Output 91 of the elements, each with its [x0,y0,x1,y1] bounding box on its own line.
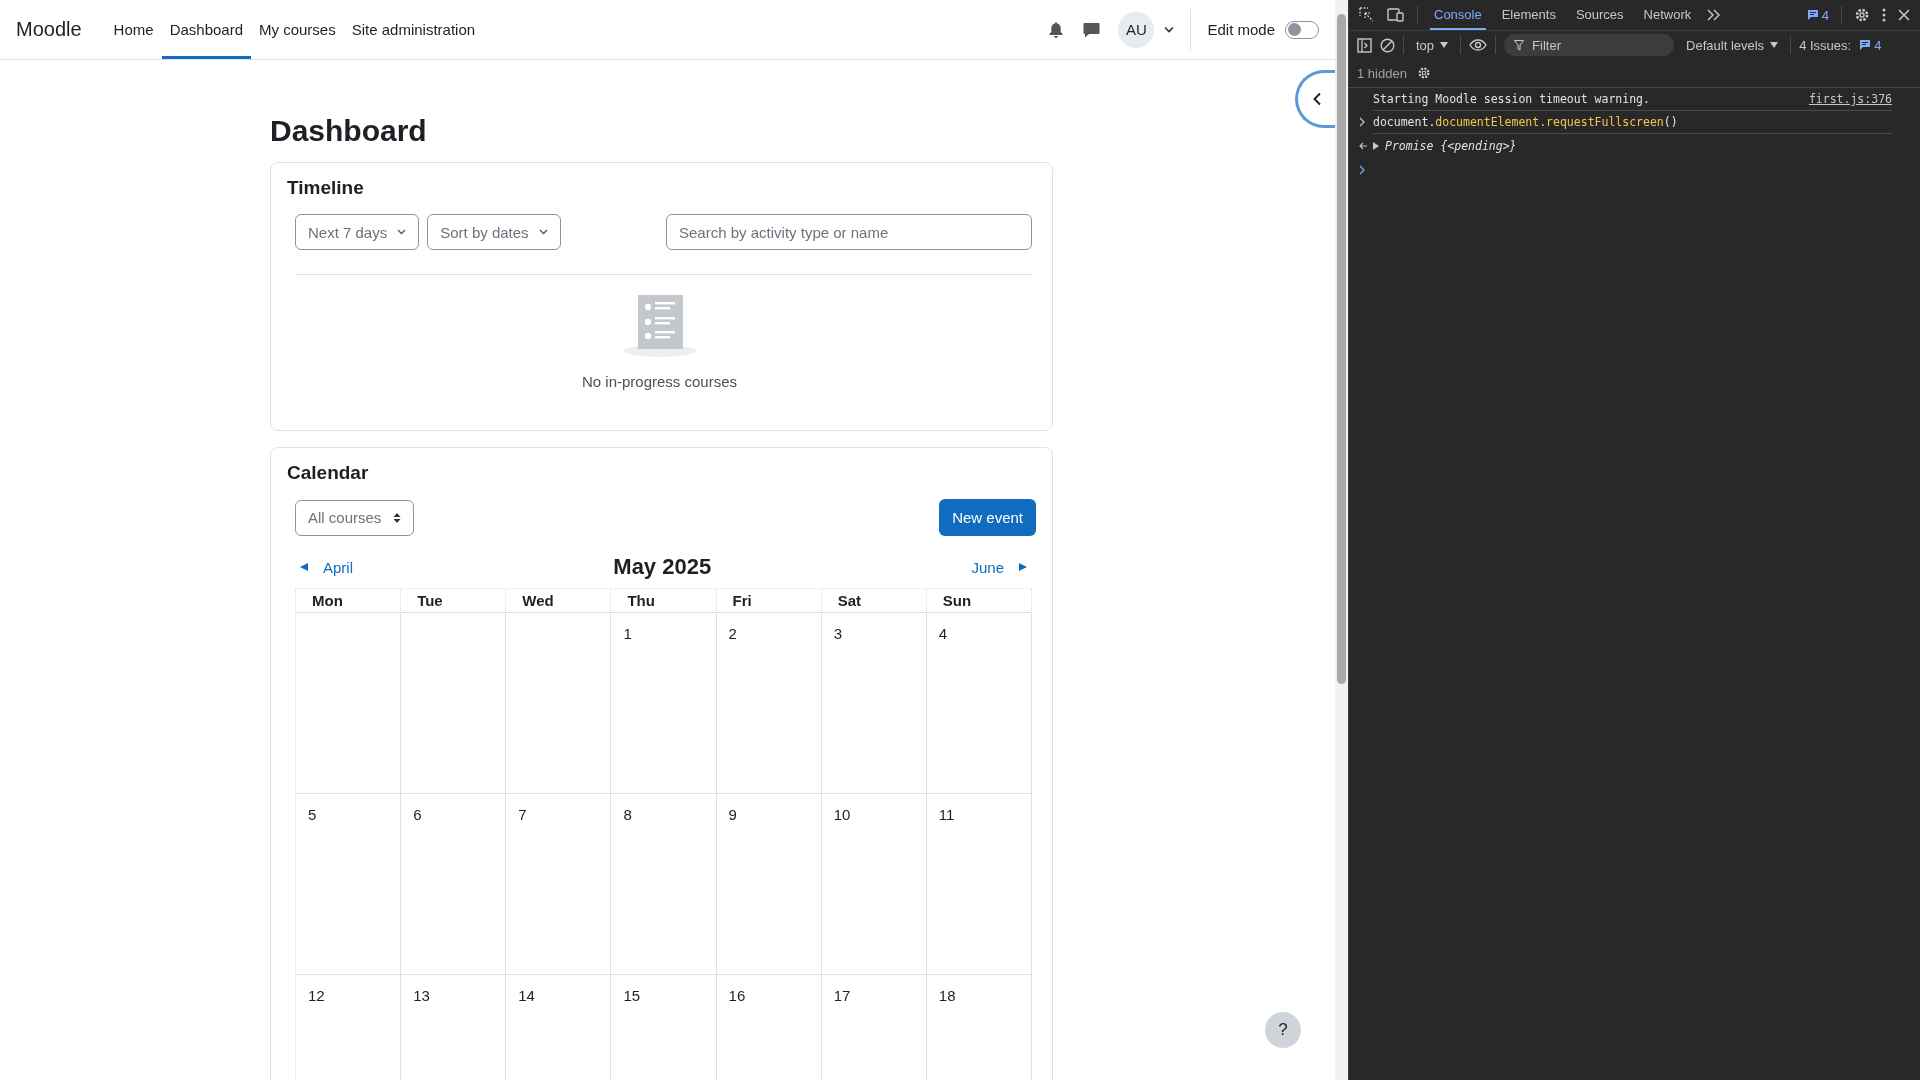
chevron-left-icon [1311,92,1322,106]
calendar-day-cell[interactable]: 3 [821,613,927,794]
message-icon [1806,9,1819,21]
chat-bubble-icon[interactable] [1083,21,1101,38]
chevron-right-icon [1359,117,1366,127]
weekday-header: Mon [296,589,402,613]
settings-icon[interactable] [1416,66,1431,80]
previous-month-link[interactable]: April [295,558,357,576]
empty-state-text: No in-progress courses [581,373,738,390]
card-title: Timeline [287,177,365,199]
calendar-day-cell[interactable]: 17 [821,975,927,1080]
nav-link[interactable]: Home [105,3,162,59]
weekday-header: Fri [716,589,822,613]
right-triangle-icon [1018,562,1028,572]
site-logo[interactable]: Moodle [16,18,82,41]
devtools-tab[interactable]: Console [1430,0,1486,30]
calendar-day-cell[interactable]: 5 [296,794,402,975]
filter-dropdown[interactable]: Next 7 days [295,214,420,250]
card-title: Calendar [287,462,370,484]
devtools-tab[interactable]: Sources [1571,0,1628,30]
calendar-day-cell[interactable]: 14 [506,975,612,1080]
calendar-day-cell[interactable]: 4 [926,613,1032,794]
left-triangle-icon [299,562,309,572]
context-selector[interactable]: top [1412,37,1453,53]
calendar-day-cell[interactable]: 8 [611,794,717,975]
edit-mode-switch[interactable] [1285,20,1319,39]
command-text: document.documentElement.requestFullscreen() [1373,115,1678,129]
issues-badge[interactable]: 4 [1859,37,1882,53]
more-tabs-icon[interactable] [1707,9,1722,21]
weekday-header: Sun [926,589,1032,613]
chevron-down-icon[interactable] [1164,26,1175,33]
scrollbar[interactable] [1335,0,1348,1080]
course-select[interactable]: All courses [295,499,415,536]
nav-link[interactable]: Dashboard [161,3,251,59]
user-avatar[interactable]: AU [1118,11,1155,48]
help-button[interactable]: ? [1265,1012,1301,1048]
calendar-day-cell[interactable]: 7 [506,794,612,975]
calendar-day-cell[interactable]: 10 [821,794,927,975]
clear-console-icon[interactable] [1380,37,1395,53]
dropdown-triangle-icon [1440,42,1449,48]
calendar-day-cell[interactable]: 9 [716,794,822,975]
issues-label[interactable]: 4 Issues: [1799,37,1852,53]
calendar-day-cell[interactable]: 6 [401,794,507,975]
nav-link[interactable]: My courses [251,3,344,59]
nav-link[interactable]: Site administration [343,3,484,59]
console-message: Starting Moodle session timeout warning. [1373,92,1650,106]
search-field[interactable]: Search by activity type or name [666,214,1032,250]
messages-badge[interactable]: 4 [1806,7,1829,23]
devtools-tab[interactable]: Network [1639,0,1696,30]
source-link[interactable]: first.js:376 [1808,92,1892,106]
sidebar-icon[interactable] [1357,37,1372,53]
drawer-toggle-button[interactable] [1295,70,1335,128]
calendar-day-cell[interactable]: 16 [716,975,822,1080]
prompt-chevron-icon[interactable] [1359,165,1366,175]
message-icon [1859,39,1872,51]
weekday-header: Thu [611,589,717,613]
calendar-day-cell[interactable]: 18 [926,975,1032,1080]
sort-arrows-icon [393,511,402,524]
calendar-day-cell[interactable]: 12 [296,975,402,1080]
close-icon[interactable] [1898,9,1910,21]
eye-icon[interactable] [1469,39,1488,51]
new-event-button[interactable]: New event [939,499,1036,536]
calendar-day-cell[interactable]: 1 [611,613,717,794]
log-levels-dropdown[interactable]: Default levels [1682,37,1783,53]
settings-icon[interactable] [1854,7,1870,23]
dropdown-triangle-icon [1770,42,1779,48]
calendar-day-cell[interactable]: 2 [716,613,822,794]
console-output: Promise {<pending>} [1385,139,1517,153]
weekday-header: Tue [401,589,507,613]
hidden-count: 1 hidden [1357,65,1407,81]
chevron-down-icon [538,229,548,235]
calendar-day-cell[interactable]: 11 [926,794,1032,975]
inspect-element-icon[interactable] [1359,7,1375,23]
month-title: May 2025 [613,554,712,580]
page-title: Dashboard [270,114,428,148]
calendar-day-cell[interactable]: 15 [611,975,717,1080]
devtools-tab[interactable]: Elements [1497,0,1560,30]
edit-mode-label: Edit mode [1207,21,1275,38]
filter-dropdown[interactable]: Sort by dates [427,214,561,250]
return-arrow-icon [1359,142,1368,150]
more-options-icon[interactable] [1882,8,1886,22]
chevron-down-icon [397,229,407,235]
expand-triangle-icon[interactable] [1373,142,1379,150]
filter-field[interactable]: Filter [1504,34,1675,56]
weekday-header: Sat [821,589,927,613]
weekday-header: Wed [506,589,612,613]
calendar-day-cell[interactable]: 13 [401,975,507,1080]
next-month-link[interactable]: June [967,558,1032,576]
bell-icon[interactable] [1049,21,1064,38]
document-list-icon [623,295,696,357]
device-toolbar-icon[interactable] [1387,7,1405,23]
